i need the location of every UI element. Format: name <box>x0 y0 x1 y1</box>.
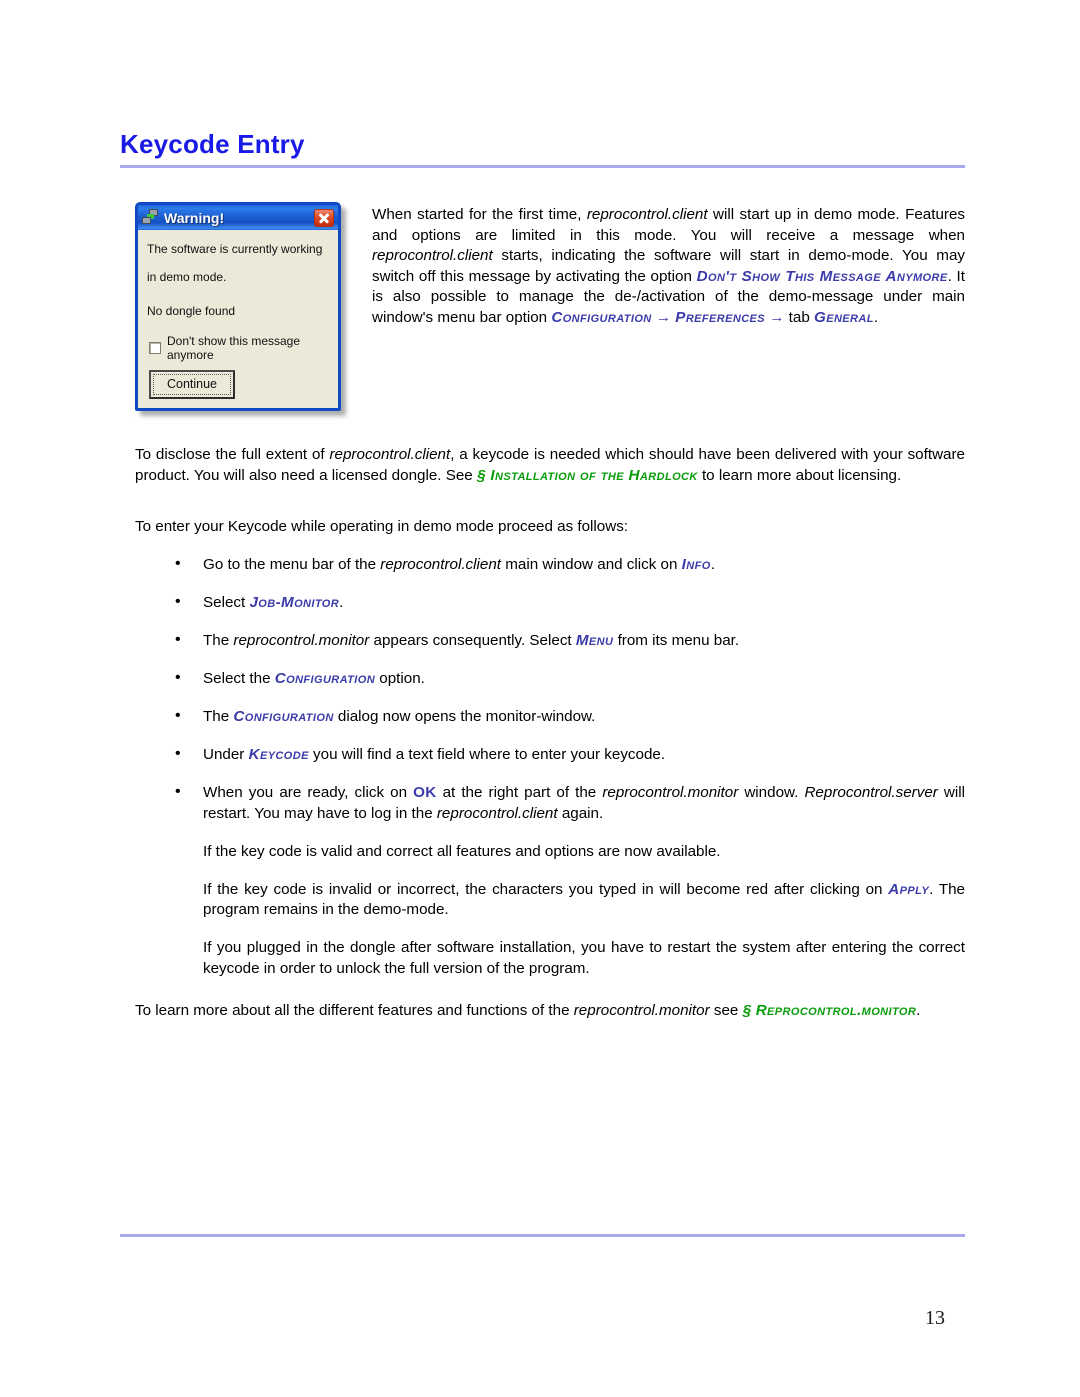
ref-configuration-option: Configuration <box>274 670 376 687</box>
dont-show-checkbox-label: Don't show this message anymore <box>167 333 301 362</box>
intro-italic-1: reprocontrol.client <box>586 206 708 223</box>
disclose-paragraph: To disclose the full extent of reprocont… <box>135 445 965 486</box>
continue-button[interactable]: Continue <box>149 369 235 399</box>
bullet-7-text-2: at the right part of the <box>436 784 603 801</box>
dialog-message-line-1: The software is currently working <box>147 242 323 256</box>
document-page: Keycode Entry Warning! The software is c… <box>0 0 1080 1397</box>
intro-paragraph: When started for the first time, reproco… <box>372 205 965 328</box>
bullet-4-text-1: Select the <box>203 670 275 687</box>
final-text-3: . <box>916 1002 921 1019</box>
ref-configuration-dialog: Configuration <box>233 708 334 725</box>
enter-keycode-lead-in: To enter your Keycode while operating in… <box>135 518 629 535</box>
page-title: Keycode Entry <box>120 129 305 159</box>
intro-text-5: tab <box>784 308 814 326</box>
network-computers-icon <box>142 209 159 226</box>
dialog-titlebar: Warning! <box>138 205 338 230</box>
ref-apply: Apply <box>888 880 930 898</box>
bullet-7-text-1: When you are ready, click on <box>203 784 414 801</box>
note-invalid-keycode: If the key code is invalid or incorrect,… <box>135 880 965 921</box>
bullet-2-text-1: Select <box>203 594 250 611</box>
ref-reprocontrol-monitor[interactable]: Reprocontrol.monitor <box>756 1002 916 1019</box>
final-paragraph: To learn more about all the different fe… <box>135 1000 965 1022</box>
footer-divider <box>120 1234 965 1237</box>
dont-show-checkbox[interactable] <box>149 341 161 354</box>
arrow-right-icon-1: → <box>655 308 672 326</box>
note-valid-keycode: If the key code is valid and correct all… <box>203 842 721 860</box>
list-item: The reprocontrol.monitor appears consequ… <box>135 630 965 652</box>
list-item: The Configuration dialog now opens the m… <box>135 706 965 728</box>
dialog-body: The software is currently working in dem… <box>138 230 338 408</box>
keycode-steps-list: Go to the menu bar of the reprocontrol.c… <box>135 554 965 997</box>
ref-configuration: Configuration <box>551 308 652 326</box>
disclose-italic-1: reprocontrol.client <box>329 446 451 463</box>
bullet-1-text-2: main window and click on <box>501 556 682 573</box>
dont-show-checkbox-row[interactable]: Don't show this message anymore <box>149 334 329 362</box>
bullet-7-italic-3: reprocontrol.client <box>436 804 558 822</box>
list-item: Go to the menu bar of the reprocontrol.c… <box>135 554 965 576</box>
list-item: When you are ready, click on OK at the r… <box>135 782 965 824</box>
page-number: 13 <box>925 1307 945 1329</box>
ref-dont-show-this-message-anymore: Don't Show This Message Anymore <box>696 267 948 285</box>
ref-installation-of-the-hardlock[interactable]: § Installation of the Hardlock <box>477 467 698 484</box>
bullet-7-text-5: again. <box>557 804 604 822</box>
ref-info: Info <box>681 556 711 573</box>
bullet-7-italic-1: reprocontrol.monitor <box>602 784 739 801</box>
dialog-message-line-3: No dongle found <box>147 304 236 319</box>
bullet-5-text-1: The <box>203 708 234 725</box>
list-item: Select Job-Monitor. <box>135 592 965 614</box>
arrow-right-icon-2: → <box>769 308 785 326</box>
bullet-1-text-1: Go to the menu bar of the <box>203 556 381 573</box>
section-symbol-icon: § <box>742 1002 752 1019</box>
ref-preferences: Preferences <box>675 308 766 326</box>
bullet-4-text-2: option. <box>375 670 425 687</box>
bullet-6-text-1: Under <box>203 746 249 763</box>
final-text-2: see <box>709 1002 743 1019</box>
dialog-message-line-2: in demo mode. <box>147 270 227 285</box>
warning-dialog: Warning! The software is currently worki… <box>135 202 341 411</box>
bullet-1-italic-1: reprocontrol.client <box>380 556 502 573</box>
ref-ok: OK <box>413 784 437 801</box>
list-item: Select the Configuration option. <box>135 668 965 690</box>
bullet-3-text-3: from its menu bar. <box>613 632 740 649</box>
title-divider <box>120 165 965 168</box>
warning-dialog-figure: Warning! The software is currently worki… <box>135 202 341 411</box>
ref-general: General <box>814 308 874 326</box>
bullet-1-text-3: . <box>710 556 715 573</box>
list-item: Under Keycode you will find a text field… <box>135 744 965 766</box>
final-text-1: To learn more about all the different fe… <box>135 1002 574 1019</box>
bullet-7-text-3: window. <box>738 784 805 801</box>
bullet-7-italic-2: Reprocontrol.server <box>804 784 938 801</box>
intro-text-1: When started for the first time, <box>372 206 587 223</box>
bullet-6-text-2: you will find a text field where to ente… <box>308 746 666 763</box>
bullet-3-italic-1: reprocontrol.monitor <box>233 632 370 649</box>
note-invalid-text-1: If the key code is invalid or incorrect,… <box>203 880 889 898</box>
final-italic-1: reprocontrol.monitor <box>573 1002 710 1019</box>
ref-menu: Menu <box>575 632 614 649</box>
intro-italic-2: reprocontrol.client <box>372 247 493 264</box>
disclose-text-3: to learn more about licensing. <box>697 466 902 484</box>
bullet-2-text-2: . <box>339 594 344 611</box>
note-dongle-restart: If you plugged in the dongle after softw… <box>203 939 965 977</box>
close-icon[interactable] <box>314 208 334 227</box>
bullet-3-text-2: appears consequently. Select <box>369 632 576 649</box>
bullet-5-text-2: dialog now opens the monitor-window. <box>333 708 596 725</box>
disclose-text-1: To disclose the full extent of <box>135 446 330 463</box>
dialog-title: Warning! <box>164 209 225 226</box>
ref-job-monitor: Job-Monitor <box>249 594 340 611</box>
ref-keycode: Keycode <box>248 746 309 763</box>
bullet-3-text-1: The <box>203 632 234 649</box>
intro-text-6: . <box>873 308 879 326</box>
